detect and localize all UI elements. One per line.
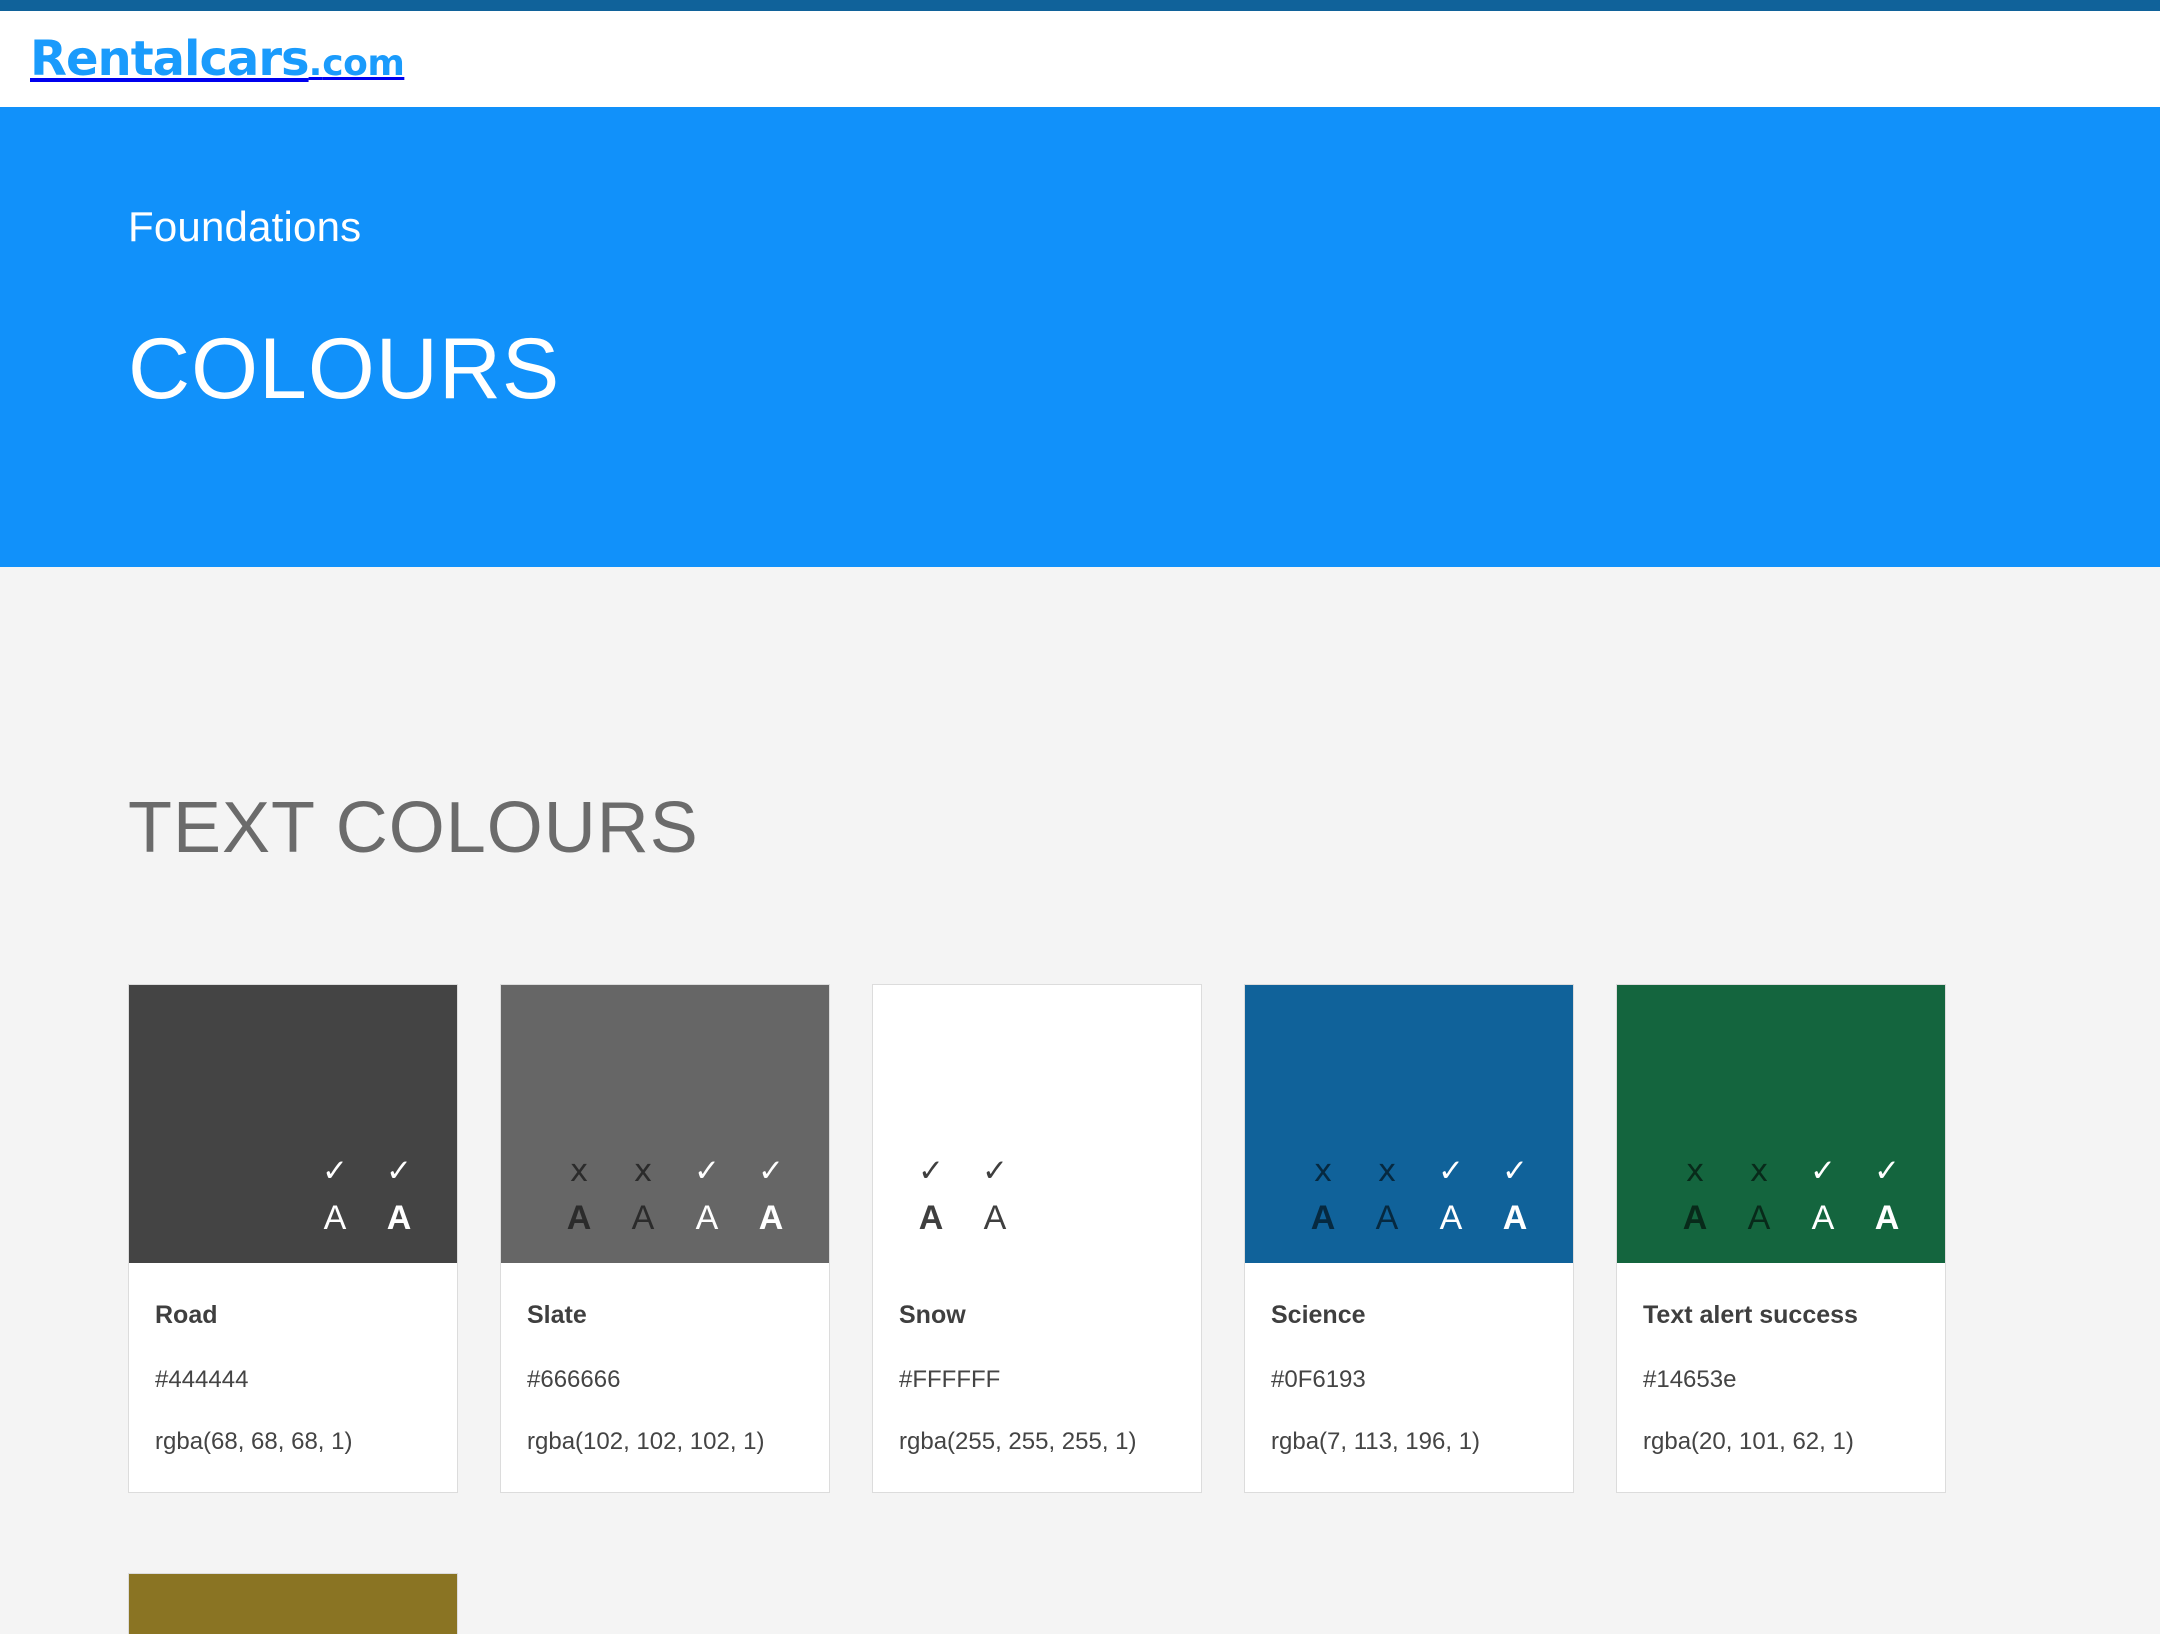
contrast-indicator: ✓ A	[675, 1153, 739, 1237]
contrast-sample-letter: A	[1682, 1199, 1708, 1237]
cross-icon: x	[1377, 1153, 1397, 1189]
swatch-rgba-value[interactable]: rgba(68, 68, 68, 1)	[155, 1430, 431, 1454]
swatch-hex-value[interactable]: #0F6193	[1271, 1368, 1547, 1392]
next-swatch-row-partial	[0, 1573, 2160, 1634]
swatch-name: Slate	[527, 1301, 587, 1329]
swatch-colour-chip: ✓ A ✓ A	[129, 985, 457, 1263]
contrast-indicator: ✓ A	[963, 1153, 1027, 1237]
cross-icon: x	[1313, 1153, 1333, 1189]
swatch-colour-chip	[129, 1574, 457, 1634]
swatch-rgba-value[interactable]: rgba(20, 101, 62, 1)	[1643, 1430, 1919, 1454]
check-icon: ✓	[1874, 1153, 1900, 1189]
cross-icon: x	[633, 1153, 653, 1189]
check-icon: ✓	[982, 1153, 1008, 1189]
swatch-grid: ✓ A ✓ A Road #444444 rgba(68, 68, 68, 1) x Ax A ✓ A…	[128, 984, 2100, 1493]
swatch-rgba-value[interactable]: rgba(255, 255, 255, 1)	[899, 1430, 1175, 1454]
page-title: COLOURS	[128, 321, 561, 418]
swatch-colour-chip: x Ax A ✓ A ✓ A	[501, 985, 829, 1263]
top-accent-bar	[0, 0, 2160, 11]
swatch-card[interactable]: x Ax A ✓ A ✓ A Text alert success #14653e rgba(20…	[1616, 984, 1946, 1493]
contrast-sample-letter: A	[1747, 1199, 1771, 1237]
swatch-card[interactable]: ✓ A ✓ A Snow #FFFFFF rgba(255, 255, 255, 1)	[872, 984, 1202, 1493]
contrast-indicator-row: ✓ A ✓ A	[303, 1153, 431, 1237]
contrast-indicator: ✓ A	[739, 1153, 803, 1237]
check-icon: ✓	[322, 1153, 348, 1189]
swatch-hex-value[interactable]: #666666	[527, 1368, 803, 1392]
contrast-indicator: xA	[1355, 1153, 1419, 1237]
swatch-hex-value[interactable]: #14653e	[1643, 1368, 1919, 1392]
check-icon: ✓	[386, 1153, 412, 1189]
swatch-details: Science #0F6193 rgba(7, 113, 196, 1)	[1245, 1263, 1573, 1492]
swatch-card[interactable]	[128, 1573, 458, 1634]
main-content: TEXT COLOURS ✓ A ✓ A Road #444444 rgba(68, 68,…	[0, 567, 2160, 1634]
swatch-details: Road #444444 rgba(68, 68, 68, 1)	[129, 1263, 457, 1492]
check-icon: ✓	[918, 1153, 944, 1189]
contrast-indicator: ✓ A	[899, 1153, 963, 1237]
contrast-indicator-row: x Ax A ✓ A ✓ A	[1291, 1153, 1547, 1237]
swatch-name: Science	[1271, 1301, 1366, 1329]
swatch-colour-chip: x Ax A ✓ A ✓ A	[1245, 985, 1573, 1263]
cross-icon: x	[1749, 1153, 1769, 1189]
check-icon: ✓	[694, 1153, 720, 1189]
contrast-indicator: xA	[1727, 1153, 1791, 1237]
section-title: TEXT COLOURS	[128, 788, 699, 868]
contrast-indicator: xA	[611, 1153, 675, 1237]
swatch-hex-value[interactable]: #FFFFFF	[899, 1368, 1175, 1392]
contrast-sample-letter: A	[566, 1199, 592, 1237]
swatch-card[interactable]: x Ax A ✓ A ✓ A Slate #666666 rgba(102, 102, 102, …	[500, 984, 830, 1493]
contrast-sample-letter: A	[918, 1199, 944, 1237]
swatch-name: Text alert success	[1643, 1301, 1858, 1329]
swatch-name: Road	[155, 1301, 218, 1329]
contrast-indicator: ✓ A	[303, 1153, 367, 1237]
contrast-indicator: ✓ A	[1855, 1153, 1919, 1237]
rentalcars-logo[interactable]: Rentalcars. com	[30, 31, 405, 87]
swatch-card[interactable]: ✓ A ✓ A Road #444444 rgba(68, 68, 68, 1)	[128, 984, 458, 1493]
check-icon: ✓	[1502, 1153, 1528, 1189]
swatch-details: Slate #666666 rgba(102, 102, 102, 1)	[501, 1263, 829, 1492]
contrast-sample-letter: A	[1502, 1199, 1528, 1237]
section-text-colours: TEXT COLOURS ✓ A ✓ A Road #444444 rgba(68, 68,…	[0, 567, 2160, 1493]
brand-name: Rentalcars	[30, 31, 310, 87]
brand-dot: .	[308, 43, 323, 84]
swatch-hex-value[interactable]: #444444	[155, 1368, 431, 1392]
swatch-colour-chip: x Ax A ✓ A ✓ A	[1617, 985, 1945, 1263]
contrast-indicator: xA	[1663, 1153, 1727, 1237]
swatch-colour-chip: ✓ A ✓ A	[873, 985, 1201, 1263]
swatch-card[interactable]: x Ax A ✓ A ✓ A Science #0F6193 rgba(7, 113, 196, …	[1244, 984, 1574, 1493]
contrast-sample-letter: A	[1310, 1199, 1336, 1237]
swatch-name: Snow	[899, 1301, 966, 1329]
site-header: Rentalcars. com	[0, 11, 2160, 107]
swatch-details: Text alert success #14653e rgba(20, 101, 6…	[1617, 1263, 1945, 1492]
contrast-indicator: ✓ A	[1791, 1153, 1855, 1237]
swatch-rgba-value[interactable]: rgba(7, 113, 196, 1)	[1271, 1430, 1547, 1454]
brand-tld: com	[322, 43, 405, 84]
contrast-sample-letter: A	[1874, 1199, 1900, 1237]
contrast-indicator: ✓ A	[1419, 1153, 1483, 1237]
cross-icon: x	[569, 1153, 589, 1189]
contrast-indicator: ✓ A	[367, 1153, 431, 1237]
contrast-sample-letter: A	[386, 1199, 412, 1237]
contrast-sample-letter: A	[1439, 1199, 1463, 1237]
contrast-sample-letter: A	[758, 1199, 784, 1237]
contrast-sample-letter: A	[631, 1199, 655, 1237]
check-icon: ✓	[1810, 1153, 1836, 1189]
contrast-sample-letter: A	[1375, 1199, 1399, 1237]
check-icon: ✓	[1438, 1153, 1464, 1189]
contrast-indicator-row: ✓ A ✓ A	[899, 1153, 1027, 1237]
swatch-rgba-value[interactable]: rgba(102, 102, 102, 1)	[527, 1430, 803, 1454]
hero-banner: Foundations COLOURS	[0, 107, 2160, 567]
contrast-indicator-row: x Ax A ✓ A ✓ A	[1663, 1153, 1919, 1237]
contrast-sample-letter: A	[323, 1199, 347, 1237]
contrast-sample-letter: A	[695, 1199, 719, 1237]
swatch-details: Snow #FFFFFF rgba(255, 255, 255, 1)	[873, 1263, 1201, 1492]
check-icon: ✓	[758, 1153, 784, 1189]
contrast-indicator: xA	[1291, 1153, 1355, 1237]
contrast-indicator-row: x Ax A ✓ A ✓ A	[547, 1153, 803, 1237]
cross-icon: x	[1685, 1153, 1705, 1189]
hero-eyebrow: Foundations	[128, 203, 362, 251]
contrast-sample-letter: A	[983, 1199, 1007, 1237]
contrast-indicator: xA	[547, 1153, 611, 1237]
contrast-indicator: ✓ A	[1483, 1153, 1547, 1237]
contrast-sample-letter: A	[1811, 1199, 1835, 1237]
